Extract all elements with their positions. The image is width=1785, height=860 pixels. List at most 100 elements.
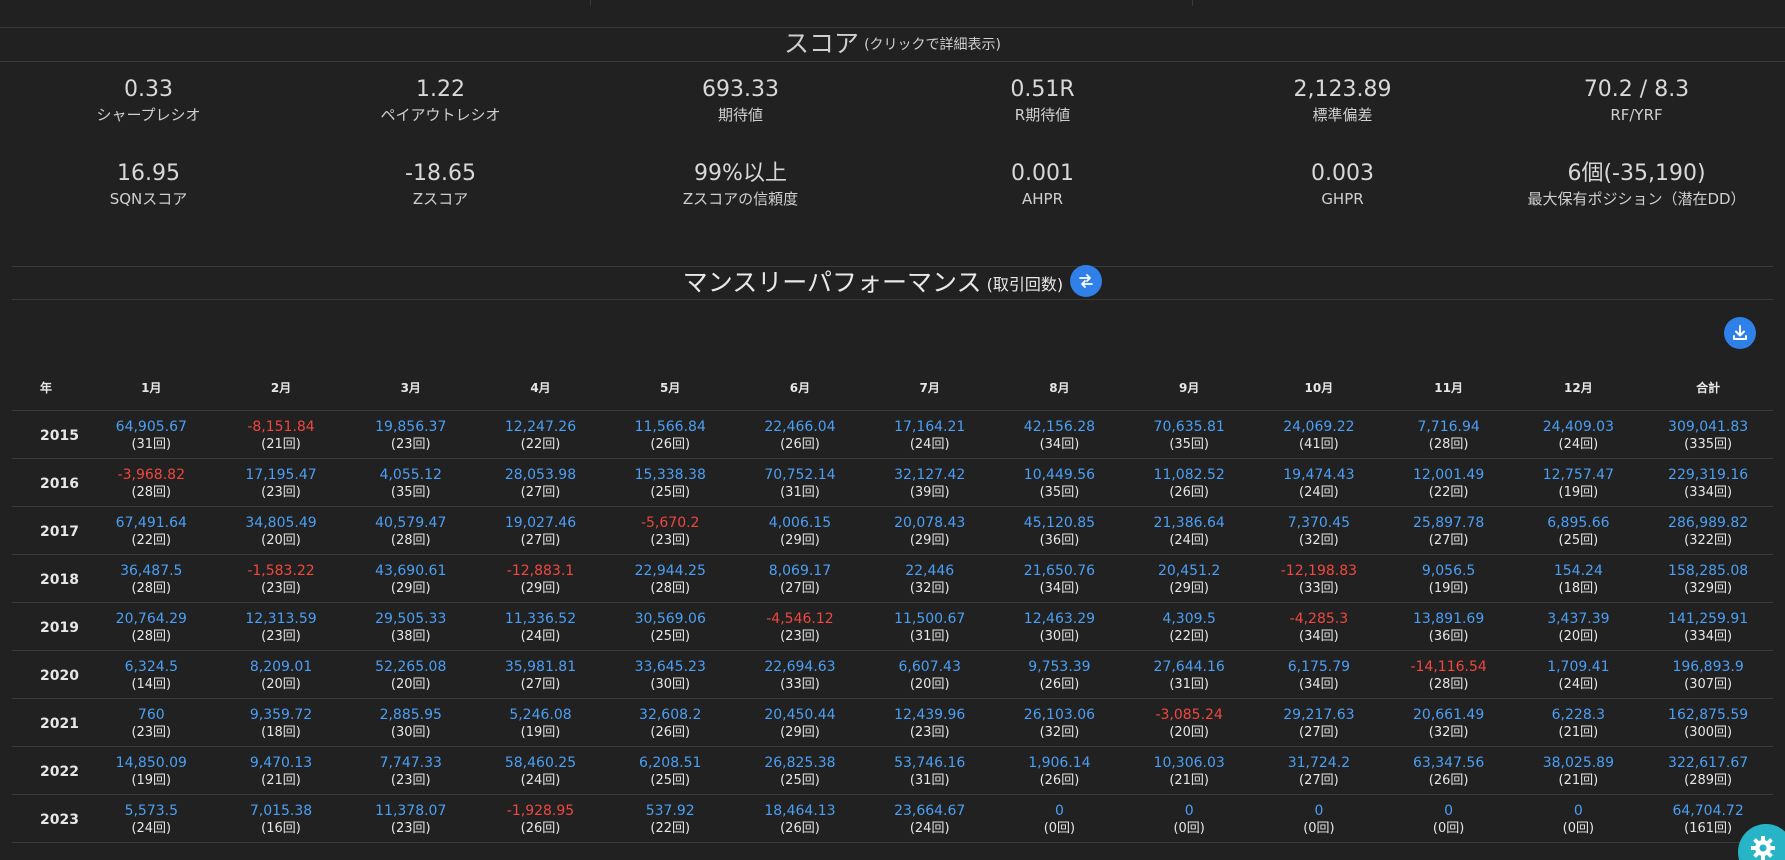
month-cell: 1,906.14 (26回) bbox=[994, 746, 1125, 795]
profit-amount: 22,694.63 bbox=[764, 658, 836, 675]
score-item[interactable]: 0.51R R期待値 bbox=[894, 76, 1191, 126]
profit-amount: 11,566.84 bbox=[634, 418, 706, 435]
score-item[interactable]: -18.65 Zスコア bbox=[292, 160, 589, 210]
trade-count: (18回) bbox=[261, 724, 301, 740]
trade-count: (27回) bbox=[520, 532, 561, 548]
profit-amount: 1,906.14 bbox=[1028, 754, 1091, 771]
score-item[interactable]: 2,123.89 標準偏差 bbox=[1194, 76, 1491, 126]
profit-amount: -3,968.82 bbox=[117, 466, 185, 483]
trade-count: (0回) bbox=[1562, 820, 1595, 836]
profit-amount: 11,500.67 bbox=[894, 610, 966, 627]
trade-count: (39回) bbox=[909, 484, 950, 500]
profit-amount: 26,103.06 bbox=[1023, 706, 1096, 723]
trade-count: (29回) bbox=[520, 580, 561, 596]
swap-mode-button[interactable] bbox=[1070, 265, 1103, 297]
trade-count: (23回) bbox=[261, 580, 301, 596]
profit-amount: 58,460.25 bbox=[504, 754, 577, 771]
score-item[interactable]: 0.001 AHPR bbox=[894, 160, 1191, 210]
month-cell: 17,164.21 (24回) bbox=[864, 410, 995, 459]
profit-amount: 28,053.98 bbox=[504, 466, 577, 483]
score-item[interactable]: 1.22 ペイアウトレシオ bbox=[292, 76, 589, 126]
score-label: GHPR bbox=[1321, 190, 1364, 208]
month-column-header: 4月 bbox=[475, 366, 606, 411]
score-label: シャープレシオ bbox=[96, 106, 201, 124]
total-cell: 286,989.82 (322回) bbox=[1643, 506, 1773, 555]
month-cell: 6,208.51 (25回) bbox=[605, 746, 736, 795]
download-button[interactable] bbox=[1724, 317, 1756, 349]
trade-count: (28回) bbox=[131, 628, 172, 644]
month-cell: -12,883.1 (29回) bbox=[475, 554, 606, 603]
month-cell: -14,116.54 (28回) bbox=[1383, 650, 1514, 699]
month-column-header: 12月 bbox=[1513, 366, 1644, 411]
table-row: 2017 67,491.64 (22回) 34,805.49 (20回) 40,579.4… bbox=[12, 506, 1773, 555]
trade-count: (28回) bbox=[131, 580, 172, 596]
trade-count: (19回) bbox=[520, 724, 561, 740]
trade-count: (25回) bbox=[650, 628, 691, 644]
score-item[interactable]: 0.33 シャープレシオ bbox=[0, 76, 297, 126]
trade-count: (21回) bbox=[1558, 772, 1599, 788]
month-cell: 29,505.33 (38回) bbox=[345, 602, 476, 651]
profit-amount: 7,015.38 bbox=[249, 802, 313, 819]
profit-amount: 11,336.52 bbox=[504, 610, 577, 627]
total-cell: 162,875.59 (300回) bbox=[1643, 698, 1773, 747]
month-cell: 7,747.33 (23回) bbox=[345, 746, 476, 795]
total-cell: 229,319.16 (334回) bbox=[1643, 458, 1773, 507]
score-value: 0.003 bbox=[1311, 161, 1374, 186]
score-title: スコア bbox=[783, 29, 859, 58]
month-cell: 19,474.43 (24回) bbox=[1254, 458, 1384, 507]
profit-amount: 70,752.14 bbox=[764, 466, 836, 483]
monthly-title: マンスリーパフォーマンス bbox=[682, 268, 982, 297]
trade-count: (22回) bbox=[520, 436, 561, 452]
trade-count: (34回) bbox=[1299, 628, 1339, 644]
trade-count: (26回) bbox=[1039, 772, 1080, 788]
trade-count: (25回) bbox=[650, 484, 691, 500]
profit-amount: 23,664.67 bbox=[894, 802, 966, 819]
profit-amount: 7,370.45 bbox=[1287, 514, 1351, 531]
trade-count: (22回) bbox=[1169, 628, 1209, 644]
trade-count: (23回) bbox=[909, 724, 950, 740]
trade-count: (26回) bbox=[1169, 484, 1209, 500]
month-cell: 23,664.67 (24回) bbox=[864, 794, 995, 843]
month-cell: 12,313.59 (23回) bbox=[216, 602, 346, 651]
trade-count: (23回) bbox=[650, 532, 691, 548]
month-column-header: 1月 bbox=[86, 366, 217, 411]
profit-amount: 7,747.33 bbox=[379, 754, 442, 771]
score-item[interactable]: 70.2 / 8.3 RF/YRF bbox=[1488, 76, 1785, 126]
month-cell: -3,085.24 (20回) bbox=[1124, 698, 1255, 747]
score-item[interactable]: 6個(-35,190) 最大保有ポジション（潜在DD） bbox=[1488, 160, 1785, 210]
profit-amount: -4,546.12 bbox=[766, 610, 834, 627]
trade-count: (24回) bbox=[131, 820, 172, 836]
month-cell: 20,764.29 (28回) bbox=[86, 602, 217, 651]
total-cell: 196,893.9 (307回) bbox=[1643, 650, 1773, 699]
score-grid[interactable]: 0.33 シャープレシオ 1.22 ペイアウトレシオ 693.33 期待値 0.51R R期待… bbox=[0, 70, 1785, 240]
month-column-header: 9月 bbox=[1124, 366, 1255, 411]
profit-amount: 22,944.25 bbox=[634, 562, 706, 579]
trade-count: (36回) bbox=[1428, 628, 1469, 644]
profit-amount: -12,198.83 bbox=[1280, 562, 1358, 579]
profit-amount: 29,505.33 bbox=[375, 610, 447, 627]
trade-count: (22回) bbox=[1428, 484, 1469, 500]
month-cell: 6,175.79 (34回) bbox=[1254, 650, 1384, 699]
month-cell: 24,409.03 (24回) bbox=[1513, 410, 1644, 459]
month-cell: -4,285.3 (34回) bbox=[1254, 602, 1384, 651]
month-cell: 22,944.25 (28回) bbox=[605, 554, 736, 603]
month-cell: 40,579.47 (28回) bbox=[345, 506, 476, 555]
trade-count: (30回) bbox=[1039, 628, 1080, 644]
score-label: 標準偏差 bbox=[1312, 106, 1373, 124]
score-section-header[interactable]: スコア (クリックで詳細表示) bbox=[0, 28, 1785, 62]
month-cell: 9,470.13 (21回) bbox=[216, 746, 346, 795]
trade-count: (22回) bbox=[131, 532, 172, 548]
score-item[interactable]: 693.33 期待値 bbox=[592, 76, 889, 126]
month-cell: 45,120.85 (36回) bbox=[994, 506, 1125, 555]
year-column-header: 年 bbox=[12, 366, 87, 411]
profit-amount: 34,805.49 bbox=[245, 514, 317, 531]
profit-amount: 309,041.83 bbox=[1668, 418, 1749, 435]
score-item[interactable]: 16.95 SQNスコア bbox=[0, 160, 297, 210]
score-item[interactable]: 0.003 GHPR bbox=[1194, 160, 1491, 210]
trade-count: (19回) bbox=[1428, 580, 1469, 596]
month-cell: -8,151.84 (21回) bbox=[216, 410, 346, 459]
score-item[interactable]: 99%以上 Zスコアの信頼度 bbox=[592, 160, 889, 210]
month-cell: 20,450.44 (29回) bbox=[735, 698, 865, 747]
trade-count: (28回) bbox=[131, 484, 172, 500]
profit-amount: 19,474.43 bbox=[1283, 466, 1355, 483]
